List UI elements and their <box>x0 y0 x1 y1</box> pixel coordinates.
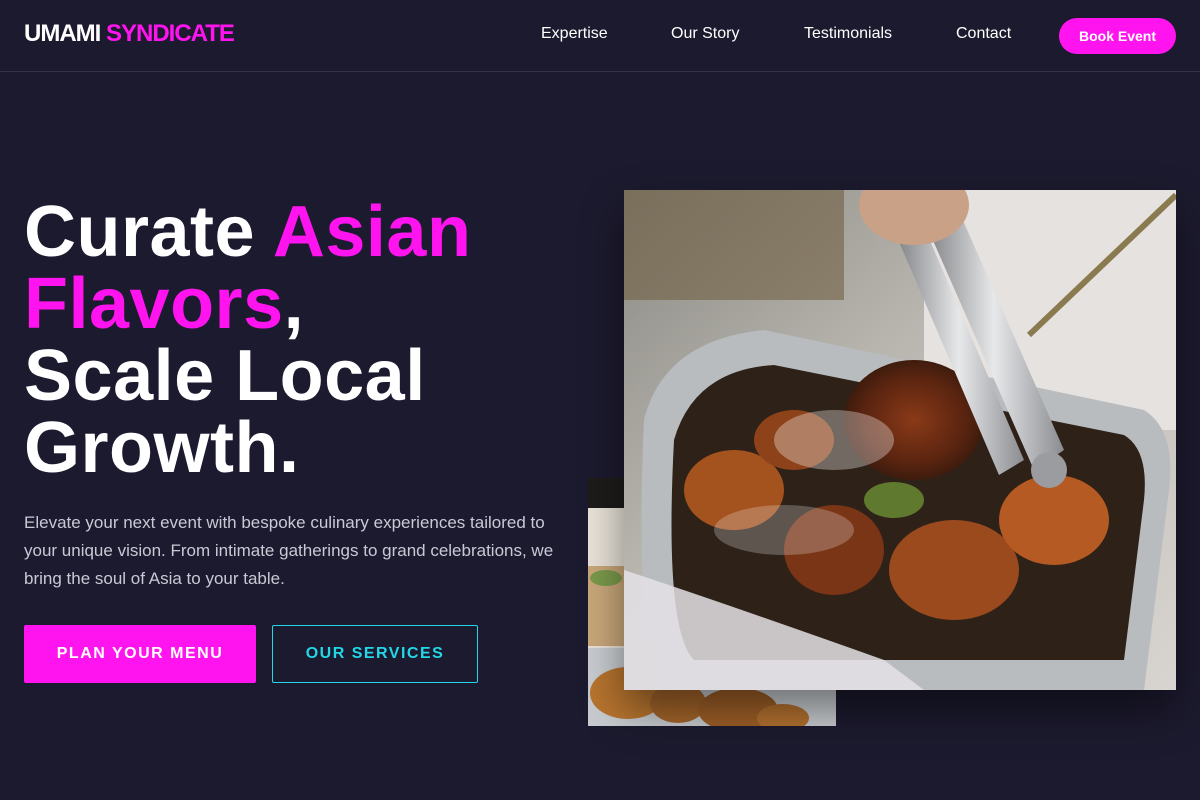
top-navbar: UMAMI SYNDICATE Expertise Our Story Test… <box>0 0 1200 72</box>
book-event-button[interactable]: Book Event <box>1059 18 1176 54</box>
brand-logo[interactable]: UMAMI SYNDICATE <box>24 20 235 48</box>
nav-link-testimonials[interactable]: Testimonials <box>804 25 892 43</box>
plan-your-menu-button[interactable]: PLAN YOUR MENU <box>24 625 256 683</box>
tongs-grilled-meat-image <box>624 190 1176 690</box>
hero-title: Curate Asian Flavors, Scale Local Growth… <box>24 196 471 484</box>
brand-name-accent: SYNDICATE <box>106 20 235 47</box>
hero-title-comma: , <box>283 264 305 344</box>
hero-title-word: Curate <box>24 192 273 272</box>
hero-title-line3: Scale Local <box>24 336 426 416</box>
hero-title-accent-flavors: Flavors <box>24 264 284 344</box>
nav-link-expertise[interactable]: Expertise <box>541 25 608 43</box>
hero-title-line4: Growth. <box>24 408 300 488</box>
nav-link-our-story[interactable]: Our Story <box>671 25 739 43</box>
our-services-button[interactable]: OUR SERVICES <box>272 625 478 683</box>
hero-subtitle: Elevate your next event with bespoke cul… <box>24 513 554 588</box>
nav-link-contact[interactable]: Contact <box>956 25 1011 43</box>
brand-name-primary: UMAMI <box>24 20 101 47</box>
hero-title-accent-asian: Asian <box>272 192 472 272</box>
hero-food-photo <box>624 190 1176 690</box>
